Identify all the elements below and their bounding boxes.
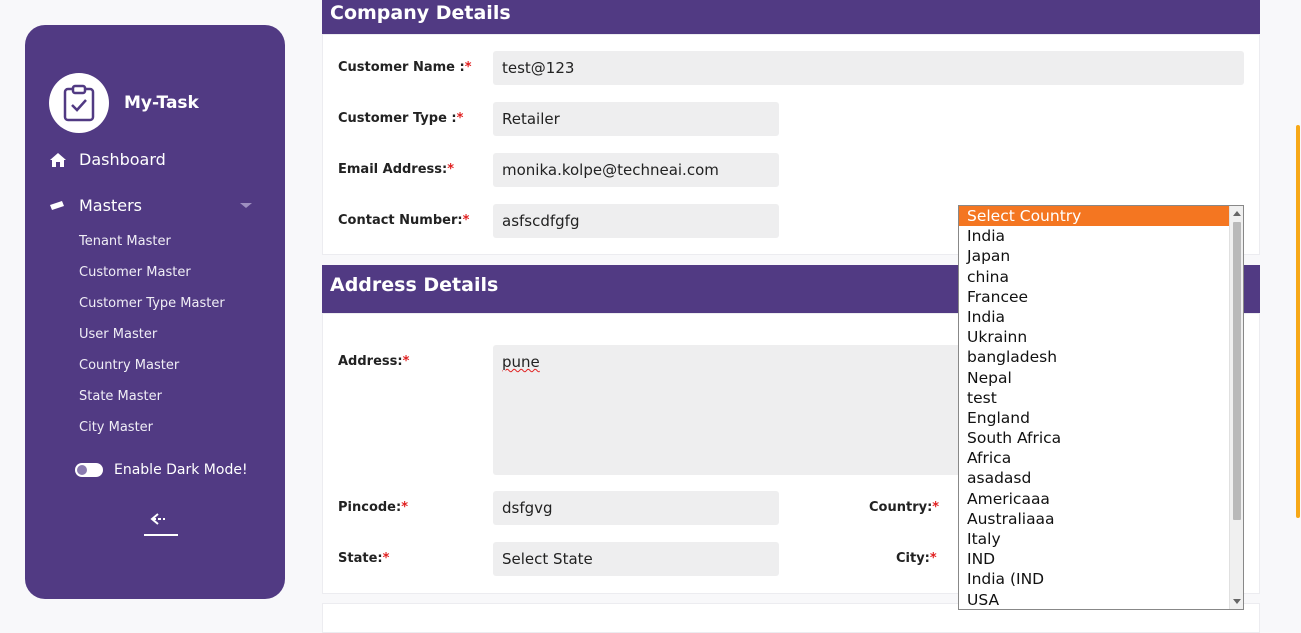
required-mark: *: [382, 551, 390, 566]
city-label: City:*: [896, 551, 937, 566]
country-option[interactable]: bangladesh: [959, 347, 1243, 367]
sidebar-item-label: Masters: [79, 196, 142, 215]
company-details-title: Company Details: [330, 2, 511, 24]
country-option[interactable]: asadasd: [959, 468, 1243, 488]
brand[interactable]: My-Task: [49, 73, 199, 133]
sidebar-subitem-customer-master[interactable]: Customer Master: [79, 265, 191, 280]
state-label: State:*: [338, 551, 389, 566]
country-option[interactable]: India: [959, 226, 1243, 246]
label-text: State:: [338, 551, 383, 566]
field-value: pune: [502, 353, 540, 371]
email-label: Email Address:*: [338, 162, 454, 177]
brand-name: My-Task: [124, 93, 199, 113]
field-value: asfscdfgfg: [502, 212, 580, 230]
required-mark: *: [932, 500, 940, 515]
country-option[interactable]: Select Country: [959, 206, 1243, 227]
home-icon: [49, 152, 69, 168]
label-text: Country:: [869, 500, 933, 515]
state-select[interactable]: Select State: [493, 542, 779, 576]
chevron-down-icon[interactable]: [240, 203, 252, 208]
sidebar-item-masters[interactable]: Masters: [49, 196, 142, 215]
required-mark: *: [402, 354, 410, 369]
required-mark: *: [447, 162, 455, 177]
scroll-up-icon[interactable]: [1233, 211, 1241, 216]
email-field[interactable]: monika.kolpe@techneai.com: [493, 153, 779, 187]
field-value: dsfgvg: [502, 499, 553, 517]
field-value: monika.kolpe@techneai.com: [502, 161, 719, 179]
country-option[interactable]: china: [959, 267, 1243, 287]
sidebar-item-label: Dashboard: [79, 150, 166, 169]
label-text: Contact Number:: [338, 213, 463, 228]
country-option[interactable]: USA: [959, 590, 1243, 609]
arrow-left-icon: [144, 513, 178, 536]
country-options: Select Country India Japan china Francee Indi…: [959, 206, 1243, 609]
ticket-icon: [49, 200, 69, 212]
sidebar-subitem-user-master[interactable]: User Master: [79, 327, 157, 342]
country-option[interactable]: Americaaa: [959, 489, 1243, 509]
country-option[interactable]: Nepal: [959, 368, 1243, 388]
country-option[interactable]: Italy: [959, 529, 1243, 549]
dark-mode-label: Enable Dark Mode!: [114, 462, 248, 478]
required-mark: *: [462, 213, 470, 228]
customer-type-select[interactable]: Retailer: [493, 102, 779, 136]
scroll-down-icon[interactable]: [1233, 599, 1241, 604]
label-text: Pincode:: [338, 500, 402, 515]
country-option[interactable]: South Africa: [959, 428, 1243, 448]
contact-number-label: Contact Number:*: [338, 213, 469, 228]
country-dropdown-list[interactable]: Select Country India Japan china Francee Indi…: [958, 205, 1244, 610]
scroll-thumb[interactable]: [1233, 222, 1241, 520]
sidebar-subitem-state-master[interactable]: State Master: [79, 389, 162, 404]
clipboard-check-icon: [49, 73, 109, 133]
contact-number-field[interactable]: asfscdfgfg: [493, 204, 779, 238]
sidebar-subitem-tenant-master[interactable]: Tenant Master: [79, 234, 171, 249]
required-mark: *: [464, 60, 472, 75]
label-text: Customer Type :: [338, 111, 457, 126]
country-option[interactable]: test: [959, 388, 1243, 408]
dark-mode-toggle[interactable]: Enable Dark Mode!: [75, 462, 248, 478]
required-mark: *: [929, 551, 937, 566]
customer-name-field[interactable]: test@123: [493, 51, 1244, 85]
sidebar-subitem-country-master[interactable]: Country Master: [79, 358, 179, 373]
label-text: Customer Name :: [338, 60, 465, 75]
sidebar-item-dashboard[interactable]: Dashboard: [49, 150, 166, 169]
page-scrollbar[interactable]: [1296, 125, 1300, 518]
country-option[interactable]: IND: [959, 549, 1243, 569]
country-option[interactable]: Africa: [959, 448, 1243, 468]
company-details-header: Company Details: [322, 0, 1260, 34]
pincode-field[interactable]: dsfgvg: [493, 491, 779, 525]
pincode-label: Pincode:*: [338, 500, 408, 515]
country-option[interactable]: Ukrainn: [959, 327, 1243, 347]
address-label: Address:*: [338, 354, 409, 369]
field-value: test@123: [502, 59, 575, 77]
country-option[interactable]: England: [959, 408, 1243, 428]
label-text: City:: [896, 551, 930, 566]
country-label: Country:*: [869, 500, 939, 515]
label-text: Email Address:: [338, 162, 448, 177]
country-option[interactable]: Japan: [959, 246, 1243, 266]
dropdown-scrollbar[interactable]: [1229, 206, 1243, 609]
toggle-switch[interactable]: [75, 463, 103, 477]
customer-type-label: Customer Type :*: [338, 111, 463, 126]
sidebar-subitem-customer-type-master[interactable]: Customer Type Master: [79, 296, 225, 311]
field-value: Select State: [502, 550, 593, 568]
country-option[interactable]: Francee: [959, 287, 1243, 307]
label-text: Address:: [338, 354, 403, 369]
sidebar: My-Task Dashboard Masters Tenant Master …: [25, 25, 285, 599]
country-option[interactable]: India (IND: [959, 569, 1243, 589]
country-option[interactable]: Australiaaa: [959, 509, 1243, 529]
required-mark: *: [456, 111, 464, 126]
sidebar-subitem-city-master[interactable]: City Master: [79, 420, 153, 435]
collapse-sidebar-button[interactable]: [143, 511, 179, 537]
customer-name-label: Customer Name :*: [338, 60, 472, 75]
address-details-title: Address Details: [330, 274, 499, 296]
required-mark: *: [401, 500, 409, 515]
country-option[interactable]: India: [959, 307, 1243, 327]
field-value: Retailer: [502, 110, 560, 128]
